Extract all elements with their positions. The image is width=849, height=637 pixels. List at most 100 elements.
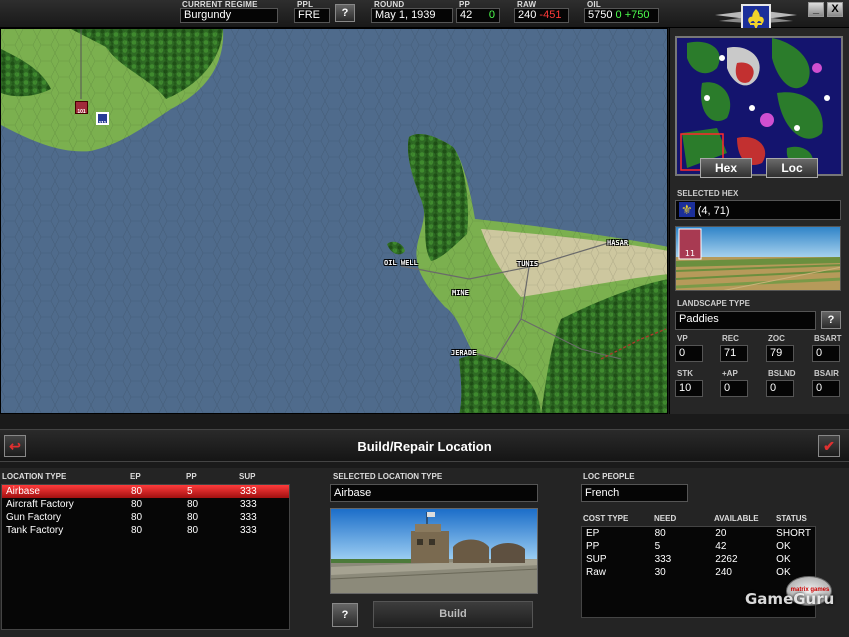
col-pp: PP [186, 472, 197, 481]
cell: 20 [715, 528, 727, 539]
build-panel: LOCATION TYPE EP PP SUP Airbase 80 5 333… [0, 468, 849, 637]
minimize-button[interactable]: _ [808, 2, 824, 17]
loc-people-label: LOC PEOPLE [583, 472, 635, 481]
location-row-tank-factory[interactable]: Tank Factory 80 80 333 [2, 524, 289, 537]
city-jerade[interactable]: JERADE [451, 349, 476, 357]
cell: 333 [240, 512, 257, 523]
loc-people-value: French [581, 484, 688, 502]
build-button[interactable]: Build [373, 601, 533, 628]
raw-delta: -451 [539, 9, 562, 21]
location-row-gun-factory[interactable]: Gun Factory 80 80 333 [2, 511, 289, 524]
ppl-help-button[interactable]: ? [335, 4, 355, 22]
zoc-label: ZOC [768, 334, 785, 343]
zoc-value: 79 [766, 345, 794, 362]
round-value: May 1, 1939 [371, 8, 453, 23]
close-button[interactable]: X [827, 2, 843, 17]
cell: 240 [715, 567, 732, 578]
city-hasar[interactable]: HASAR [607, 239, 628, 247]
col-cost-type: COST TYPE [583, 514, 629, 523]
rec-label: REC [722, 334, 739, 343]
build-repair-bar: Build/Repair Location ↩ ✔ [0, 429, 849, 462]
col-sup: SUP [239, 472, 256, 481]
stk-label: STK [677, 369, 693, 378]
bsair-label: BSAIR [814, 369, 839, 378]
paddies-landscape: 11 [676, 227, 840, 290]
col-location-type: LOCATION TYPE [2, 472, 67, 481]
selected-hex-label: SELECTED HEX [677, 189, 739, 198]
location-type-table: Airbase 80 5 333 Aircraft Factory 80 80 … [2, 485, 289, 629]
airbase-picture [330, 508, 538, 594]
unit-counter-selected[interactable]: 111 [96, 112, 109, 127]
col-need: NEED [654, 514, 677, 523]
top-bar: CURRENT REGIME Burgundy PPL FRE ? ROUND … [0, 0, 849, 34]
col-available: AVAILABLE [714, 514, 759, 523]
unit-counter[interactable]: 101 [75, 101, 88, 115]
pp-value: 42 [460, 9, 473, 21]
ap-value: 0 [720, 380, 748, 397]
location-row-airbase[interactable]: Airbase 80 5 333 [2, 485, 289, 498]
gameguru-watermark: GameGuru [745, 590, 835, 608]
cell: 80 [187, 499, 199, 510]
cell: PP [586, 541, 600, 552]
cell: 333 [654, 554, 672, 565]
cell: 333 [240, 525, 257, 536]
regime-value: Burgundy [180, 8, 278, 23]
cell: 80 [654, 528, 666, 539]
landscape-type-value: Paddies [675, 311, 816, 330]
cell: 2262 [715, 554, 738, 565]
cell: 80 [131, 512, 143, 523]
ap-label: +AP [722, 369, 738, 378]
cost-row-pp: PP 5 42 OK [582, 540, 815, 553]
selected-hex-box: ⚜ (4, 71) [675, 200, 841, 220]
location-help-button[interactable]: ? [332, 603, 358, 627]
cell: SUP [586, 554, 607, 565]
vp-value: 0 [675, 345, 703, 362]
oil-delta-2: +750 [624, 9, 650, 21]
city-oil-well[interactable]: OIL WELL [384, 259, 418, 267]
cell: OK [776, 541, 791, 552]
bsair-value: 0 [812, 380, 840, 397]
cell: Airbase [2, 485, 127, 498]
minimap[interactable] [675, 36, 843, 176]
hex-button[interactable]: Hex [700, 158, 752, 178]
ppl-value: FRE [294, 8, 330, 23]
cell: 80 [131, 499, 143, 510]
loc-button[interactable]: Loc [766, 158, 818, 178]
location-type-list: Airbase 80 5 333 Aircraft Factory 80 80 … [1, 484, 290, 630]
cell: Raw [586, 567, 607, 578]
pp-value-box: 42 0 [456, 8, 500, 23]
landscape-type-label: LANDSCAPE TYPE [677, 299, 750, 308]
cell: 80 [127, 485, 183, 498]
cell: Gun Factory [6, 512, 62, 523]
map-terrain [1, 29, 667, 413]
landscape-help-button[interactable]: ? [821, 311, 841, 329]
vp-label: VP [677, 334, 688, 343]
fleur-de-lis-icon: ⚜ [679, 202, 695, 217]
confirm-check-icon[interactable]: ✔ [818, 435, 840, 457]
location-row-aircraft-factory[interactable]: Aircraft Factory 80 80 333 [2, 498, 289, 511]
unit-label: 111 [98, 121, 107, 127]
bsart-label: BSART [814, 334, 842, 343]
info-panel: Hex Loc SELECTED HEX ⚜ (4, 71) 11 LANDSC… [669, 28, 849, 414]
bsart-value: 0 [812, 345, 840, 362]
strategic-map[interactable]: OIL WELL TUNIS HASAR MINE JERADE 101 111 [0, 28, 668, 414]
minimap-graphic [677, 38, 841, 174]
raw-value-box: 240 -451 [514, 8, 569, 23]
pp-delta: 0 [488, 9, 495, 21]
selected-location-value: Airbase [330, 484, 538, 502]
cell: 80 [131, 525, 143, 536]
oil-value-box: 5750 0 +750 [584, 8, 659, 23]
oil-delta-1: 0 [615, 9, 622, 21]
cell: 5 [183, 485, 236, 498]
cell: 5 [654, 541, 661, 552]
empty-space [2, 537, 289, 629]
city-tunis[interactable]: TUNIS [517, 260, 538, 268]
cell: EP [586, 528, 600, 539]
selected-hex-value: (4, 71) [697, 205, 730, 217]
city-mine[interactable]: MINE [452, 289, 469, 297]
col-status: STATUS [776, 514, 807, 523]
hex-terrain-picture: 11 [675, 226, 841, 291]
bslnd-value: 0 [766, 380, 794, 397]
back-arrow-icon[interactable]: ↩ [4, 435, 26, 457]
airbase-illustration [331, 509, 537, 593]
